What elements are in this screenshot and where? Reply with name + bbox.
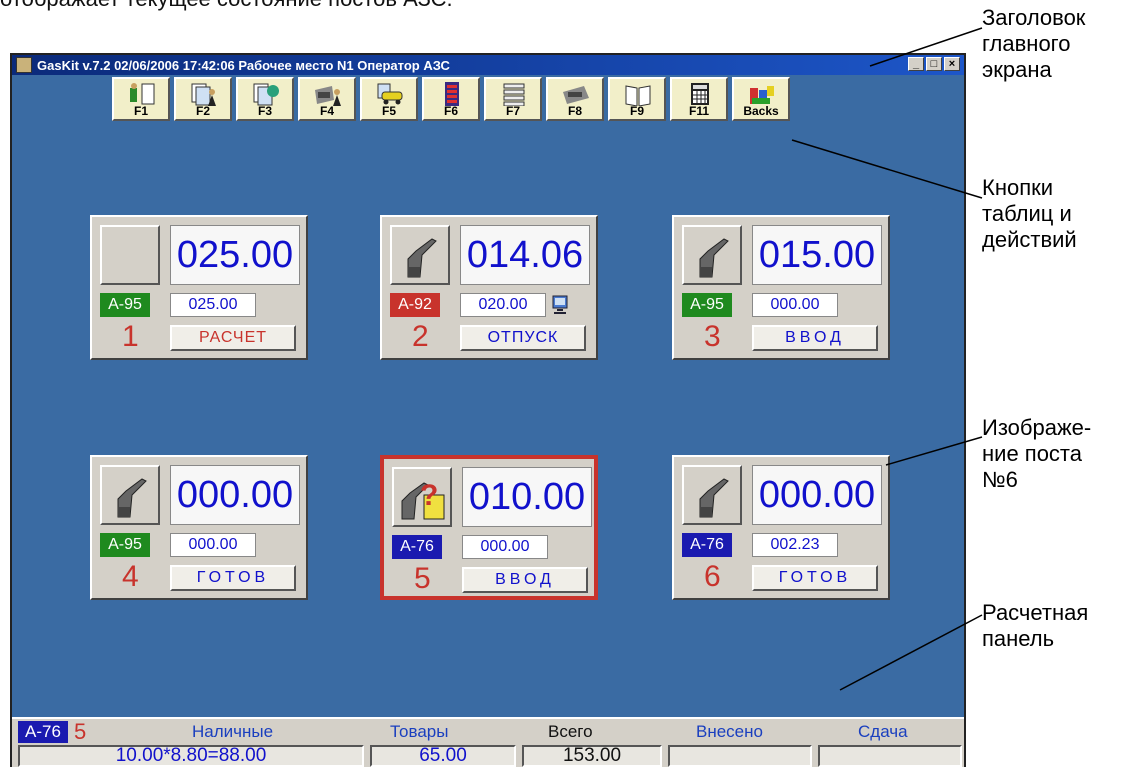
annotation-2: Кнопки таблиц и действий bbox=[982, 175, 1077, 253]
annotation-4: Расчетная панель bbox=[982, 600, 1088, 652]
annotation-line-text: Расчетная bbox=[982, 600, 1089, 625]
annotation-line-text: таблиц и bbox=[982, 201, 1072, 226]
annotation-1: Заголовок главного экрана bbox=[982, 5, 1085, 83]
annotation-line-text: Изображе- bbox=[982, 415, 1092, 440]
annotation-line-text: Заголовок bbox=[982, 5, 1086, 30]
pump6-annotation-line bbox=[885, 436, 983, 466]
annotation-lines bbox=[791, 27, 983, 691]
annotation-line-text: главного bbox=[982, 31, 1071, 56]
annotation-line-text: действий bbox=[982, 227, 1077, 252]
annotation-line-text: экрана bbox=[982, 57, 1052, 82]
annotation-line-text: №6 bbox=[982, 467, 1018, 492]
panel-annotation-line bbox=[839, 614, 983, 691]
annotation-line-text: Кнопки bbox=[982, 175, 1054, 200]
toolbar-annotation-line bbox=[791, 139, 983, 199]
annotation-3: Изображе-ние поста №6 bbox=[982, 415, 1091, 493]
annotation-line-text: ние поста bbox=[982, 441, 1082, 466]
annotation-line-text: панель bbox=[982, 626, 1055, 651]
title-annotation-line bbox=[869, 27, 983, 67]
